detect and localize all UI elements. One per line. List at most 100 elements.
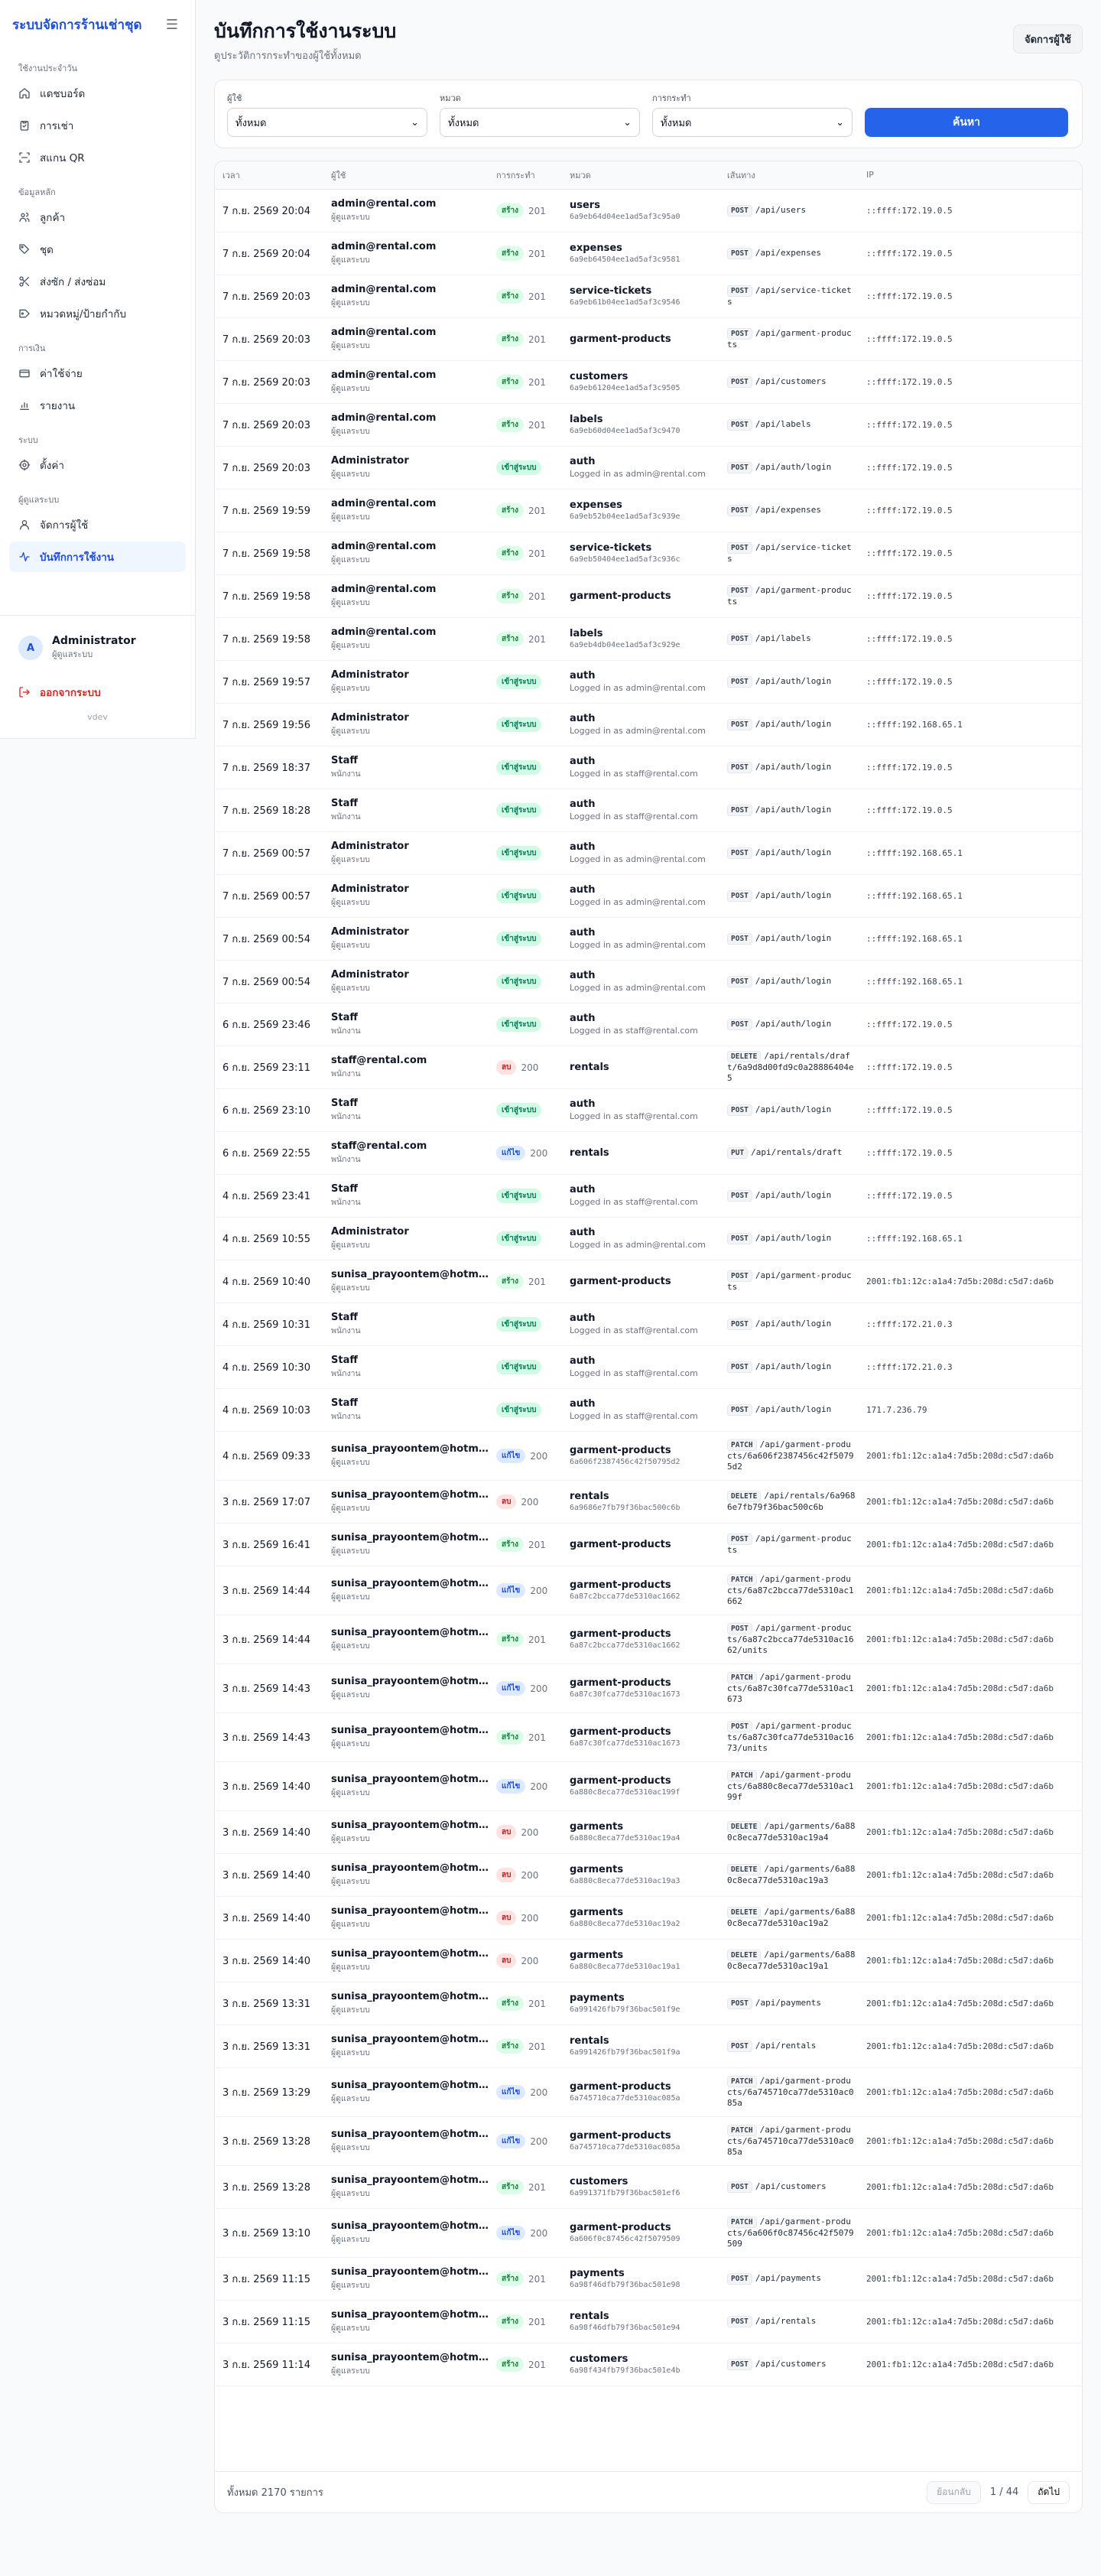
table-row[interactable]: 4 ก.ย. 2569 10:40 sunisa_prayoontem@hotm.… — [215, 1260, 1082, 1303]
table-row[interactable]: 3 ก.ย. 2569 13:29 sunisa_prayoontem@hotm.… — [215, 2067, 1082, 2117]
table-row[interactable]: 6 ก.ย. 2569 22:55 staff@rental.com พนักงาน… — [215, 1131, 1082, 1175]
http-method: POST — [727, 2040, 752, 2052]
menu-toggle-icon[interactable]: ☰ — [166, 17, 178, 33]
table-row[interactable]: 7 ก.ย. 2569 00:57 Administrator ผู้ดูแลระบ… — [215, 874, 1082, 918]
user-select[interactable]: ทั้งหมด ⌄ — [227, 108, 427, 137]
table-row[interactable]: 7 ก.ย. 2569 19:58 admin@rental.com ผู้ดูแล… — [215, 532, 1082, 575]
http-method: POST — [727, 2272, 752, 2285]
table-row[interactable]: 6 ก.ย. 2569 23:46 Staff พนักงาน เข้าสู่ระบบ… — [215, 1003, 1082, 1046]
resource-name: rentals — [570, 2035, 609, 2047]
table-row[interactable]: 3 ก.ย. 2569 13:31 sunisa_prayoontem@hotm.… — [215, 2025, 1082, 2068]
table-row[interactable]: 7 ก.ย. 2569 20:03 admin@rental.com ผู้ดูแล… — [215, 403, 1082, 447]
table-row[interactable]: 7 ก.ย. 2569 19:58 admin@rental.com ผู้ดูแล… — [215, 574, 1082, 618]
table-row[interactable]: 3 ก.ย. 2569 14:44 sunisa_prayoontem@hotm.… — [215, 1566, 1082, 1615]
nav-group: ระบบ ตั้งค่า — [0, 434, 195, 480]
table-row[interactable]: 4 ก.ย. 2569 23:41 Staff พนักงาน เข้าสู่ระบบ… — [215, 1174, 1082, 1218]
manage-users-button[interactable]: จัดการผู้ใช้ — [1012, 24, 1083, 54]
table-row[interactable]: 6 ก.ย. 2569 23:10 Staff พนักงาน เข้าสู่ระบบ… — [215, 1088, 1082, 1132]
table-row[interactable]: 3 ก.ย. 2569 16:41 sunisa_prayoontem@hotm.… — [215, 1523, 1082, 1566]
status-code: 200 — [521, 1496, 539, 1508]
table-row[interactable]: 3 ก.ย. 2569 13:28 sunisa_prayoontem@hotm.… — [215, 2165, 1082, 2209]
next-page-button[interactable]: ถัดไป — [1028, 2480, 1070, 2504]
table-row[interactable]: 7 ก.ย. 2569 20:04 admin@rental.com ผู้ดูแล… — [215, 232, 1082, 275]
table-row[interactable]: 7 ก.ย. 2569 19:57 Administrator ผู้ดูแลระบ… — [215, 660, 1082, 704]
table-row[interactable]: 7 ก.ย. 2569 20:04 admin@rental.com ผู้ดูแล… — [215, 189, 1082, 233]
log-action: สร้าง 201 — [489, 2300, 562, 2343]
resource-name: payments — [570, 2268, 625, 2279]
sidebar-item-bar-chart[interactable]: รายงาน — [9, 390, 186, 421]
table-row[interactable]: 7 ก.ย. 2569 20:03 admin@rental.com ผู้ดูแล… — [215, 317, 1082, 361]
table-row[interactable]: 7 ก.ย. 2569 00:57 Administrator ผู้ดูแลระบ… — [215, 831, 1082, 875]
sidebar-item-scissors[interactable]: ส่งซัก / ส่งซ่อม — [9, 266, 186, 297]
users-icon — [19, 213, 30, 222]
table-row[interactable]: 3 ก.ย. 2569 11:15 sunisa_prayoontem@hotm.… — [215, 2300, 1082, 2343]
logout-button[interactable]: ออกจากระบบ — [9, 677, 186, 707]
sidebar-item-users[interactable]: ลูกค้า — [9, 202, 186, 233]
table-row[interactable]: 7 ก.ย. 2569 19:59 admin@rental.com ผู้ดูแล… — [215, 489, 1082, 532]
table-row[interactable]: 3 ก.ย. 2569 14:40 sunisa_prayoontem@hotm.… — [215, 1939, 1082, 1982]
route-url: /api/customers — [755, 376, 827, 386]
table-row[interactable]: 3 ก.ย. 2569 14:44 sunisa_prayoontem@hotm.… — [215, 1615, 1082, 1664]
route-path: POST/api/payments — [727, 2272, 856, 2285]
resource-name: garment-products — [570, 590, 671, 602]
sidebar-item-settings[interactable]: ตั้งค่า — [9, 450, 186, 480]
user-name: Administrator — [331, 668, 409, 681]
sidebar-item-clipboard[interactable]: การเช่า — [9, 110, 186, 141]
table-row[interactable]: 4 ก.ย. 2569 10:31 Staff พนักงาน เข้าสู่ระบบ… — [215, 1303, 1082, 1346]
category-select[interactable]: ทั้งหมด ⌄ — [440, 108, 640, 137]
table-row[interactable]: 3 ก.ย. 2569 14:40 sunisa_prayoontem@hotm.… — [215, 1896, 1082, 1940]
sidebar-item-wallet[interactable]: ค่าใช้จ่าย — [9, 358, 186, 389]
sidebar-item-qr-scan[interactable]: สแกน QR — [9, 142, 186, 173]
table-row[interactable]: 4 ก.ย. 2569 10:30 Staff พนักงาน เข้าสู่ระบบ… — [215, 1345, 1082, 1389]
table-row[interactable]: 7 ก.ย. 2569 18:37 Staff พนักงาน เข้าสู่ระบบ… — [215, 746, 1082, 789]
table-row[interactable]: 3 ก.ย. 2569 11:15 sunisa_prayoontem@hotm.… — [215, 2257, 1082, 2301]
table-row[interactable]: 3 ก.ย. 2569 13:28 sunisa_prayoontem@hotm.… — [215, 2116, 1082, 2166]
table-row[interactable]: 4 ก.ย. 2569 09:33 sunisa_prayoontem@hotm.… — [215, 1431, 1082, 1481]
table-row[interactable]: 4 ก.ย. 2569 10:03 Staff พนักงาน เข้าสู่ระบบ… — [215, 1388, 1082, 1432]
log-route: POST/api/customers — [719, 2343, 859, 2386]
table-row[interactable]: 3 ก.ย. 2569 17:07 sunisa_prayoontem@hotm.… — [215, 1480, 1082, 1524]
search-button[interactable]: ค้นหา — [865, 108, 1068, 137]
table-row[interactable]: 7 ก.ย. 2569 19:58 admin@rental.com ผู้ดูแล… — [215, 617, 1082, 661]
sidebar-item-user[interactable]: จัดการผู้ใช้ — [9, 509, 186, 540]
table-row[interactable]: 6 ก.ย. 2569 23:11 staff@rental.com พนักงาน… — [215, 1046, 1082, 1089]
table-row[interactable]: 3 ก.ย. 2569 14:43 sunisa_prayoontem@hotm.… — [215, 1712, 1082, 1762]
log-resource: rentals 6a9686e7fb79f36bac500c6b — [562, 1480, 719, 1524]
prev-page-button[interactable]: ย้อนกลับ — [927, 2480, 981, 2504]
table-row[interactable]: 3 ก.ย. 2569 13:31 sunisa_prayoontem@hotm.… — [215, 1982, 1082, 2025]
table-row[interactable]: 3 ก.ย. 2569 14:40 sunisa_prayoontem@hotm.… — [215, 1810, 1082, 1854]
table-row[interactable]: 7 ก.ย. 2569 00:54 Administrator ผู้ดูแลระบ… — [215, 960, 1082, 1003]
sidebar-item-tag[interactable]: ชุด — [9, 234, 186, 265]
table-row[interactable]: 7 ก.ย. 2569 19:56 Administrator ผู้ดูแลระบ… — [215, 703, 1082, 746]
action-badge: สร้าง — [496, 246, 524, 261]
table-row[interactable]: 4 ก.ย. 2569 10:55 Administrator ผู้ดูแลระบ… — [215, 1217, 1082, 1260]
table-row[interactable]: 7 ก.ย. 2569 20:03 admin@rental.com ผู้ดูแล… — [215, 360, 1082, 404]
log-user: sunisa_prayoontem@hotm... ผู้ดูแลระบบ — [323, 1761, 489, 1811]
table-row[interactable]: 7 ก.ย. 2569 00:54 Administrator ผู้ดูแลระบ… — [215, 917, 1082, 961]
log-resource: garment-products — [562, 1260, 719, 1303]
table-row[interactable]: 3 ก.ย. 2569 14:40 sunisa_prayoontem@hotm.… — [215, 1761, 1082, 1811]
status-code: 201 — [528, 633, 546, 645]
status-code: 201 — [528, 205, 546, 216]
log-user: sunisa_prayoontem@hotm... ผู้ดูแลระบบ — [323, 2116, 489, 2166]
nav-group: การเงิน ค่าใช้จ่าย รายงาน — [0, 343, 195, 421]
table-row[interactable]: 7 ก.ย. 2569 20:03 admin@rental.com ผู้ดูแล… — [215, 275, 1082, 318]
action-badge: เข้าสู่ระบบ — [496, 1189, 542, 1203]
http-method: POST — [727, 675, 752, 688]
log-time: 6 ก.ย. 2569 23:46 — [215, 1003, 323, 1046]
sidebar-item-label[interactable]: หมวดหมู่/ป้ายกำกับ — [9, 298, 186, 329]
log-route: POST/api/labels — [719, 617, 859, 661]
table-row[interactable]: 3 ก.ย. 2569 14:40 sunisa_prayoontem@hotm.… — [215, 1853, 1082, 1897]
action-select[interactable]: ทั้งหมด ⌄ — [652, 108, 853, 137]
sidebar-item-activity[interactable]: บันทึกการใช้งาน — [9, 542, 186, 572]
table-row[interactable]: 3 ก.ย. 2569 11:14 sunisa_prayoontem@hotm.… — [215, 2343, 1082, 2386]
table-row[interactable]: 7 ก.ย. 2569 18:28 Staff พนักงาน เข้าสู่ระบบ… — [215, 789, 1082, 832]
status-code: 200 — [530, 1683, 548, 1694]
sidebar-item-home[interactable]: แดชบอร์ด — [9, 78, 186, 109]
log-action: ลบ 200 — [489, 1939, 562, 1982]
table-row[interactable]: 3 ก.ย. 2569 13:10 sunisa_prayoontem@hotm.… — [215, 2208, 1082, 2258]
table-row[interactable]: 3 ก.ย. 2569 14:43 sunisa_prayoontem@hotm.… — [215, 1664, 1082, 1713]
log-resource: auth Logged in as staff@rental.com — [562, 746, 719, 789]
avatar: A — [18, 636, 43, 660]
table-row[interactable]: 7 ก.ย. 2569 20:03 Administrator ผู้ดูแลระบ… — [215, 446, 1082, 490]
